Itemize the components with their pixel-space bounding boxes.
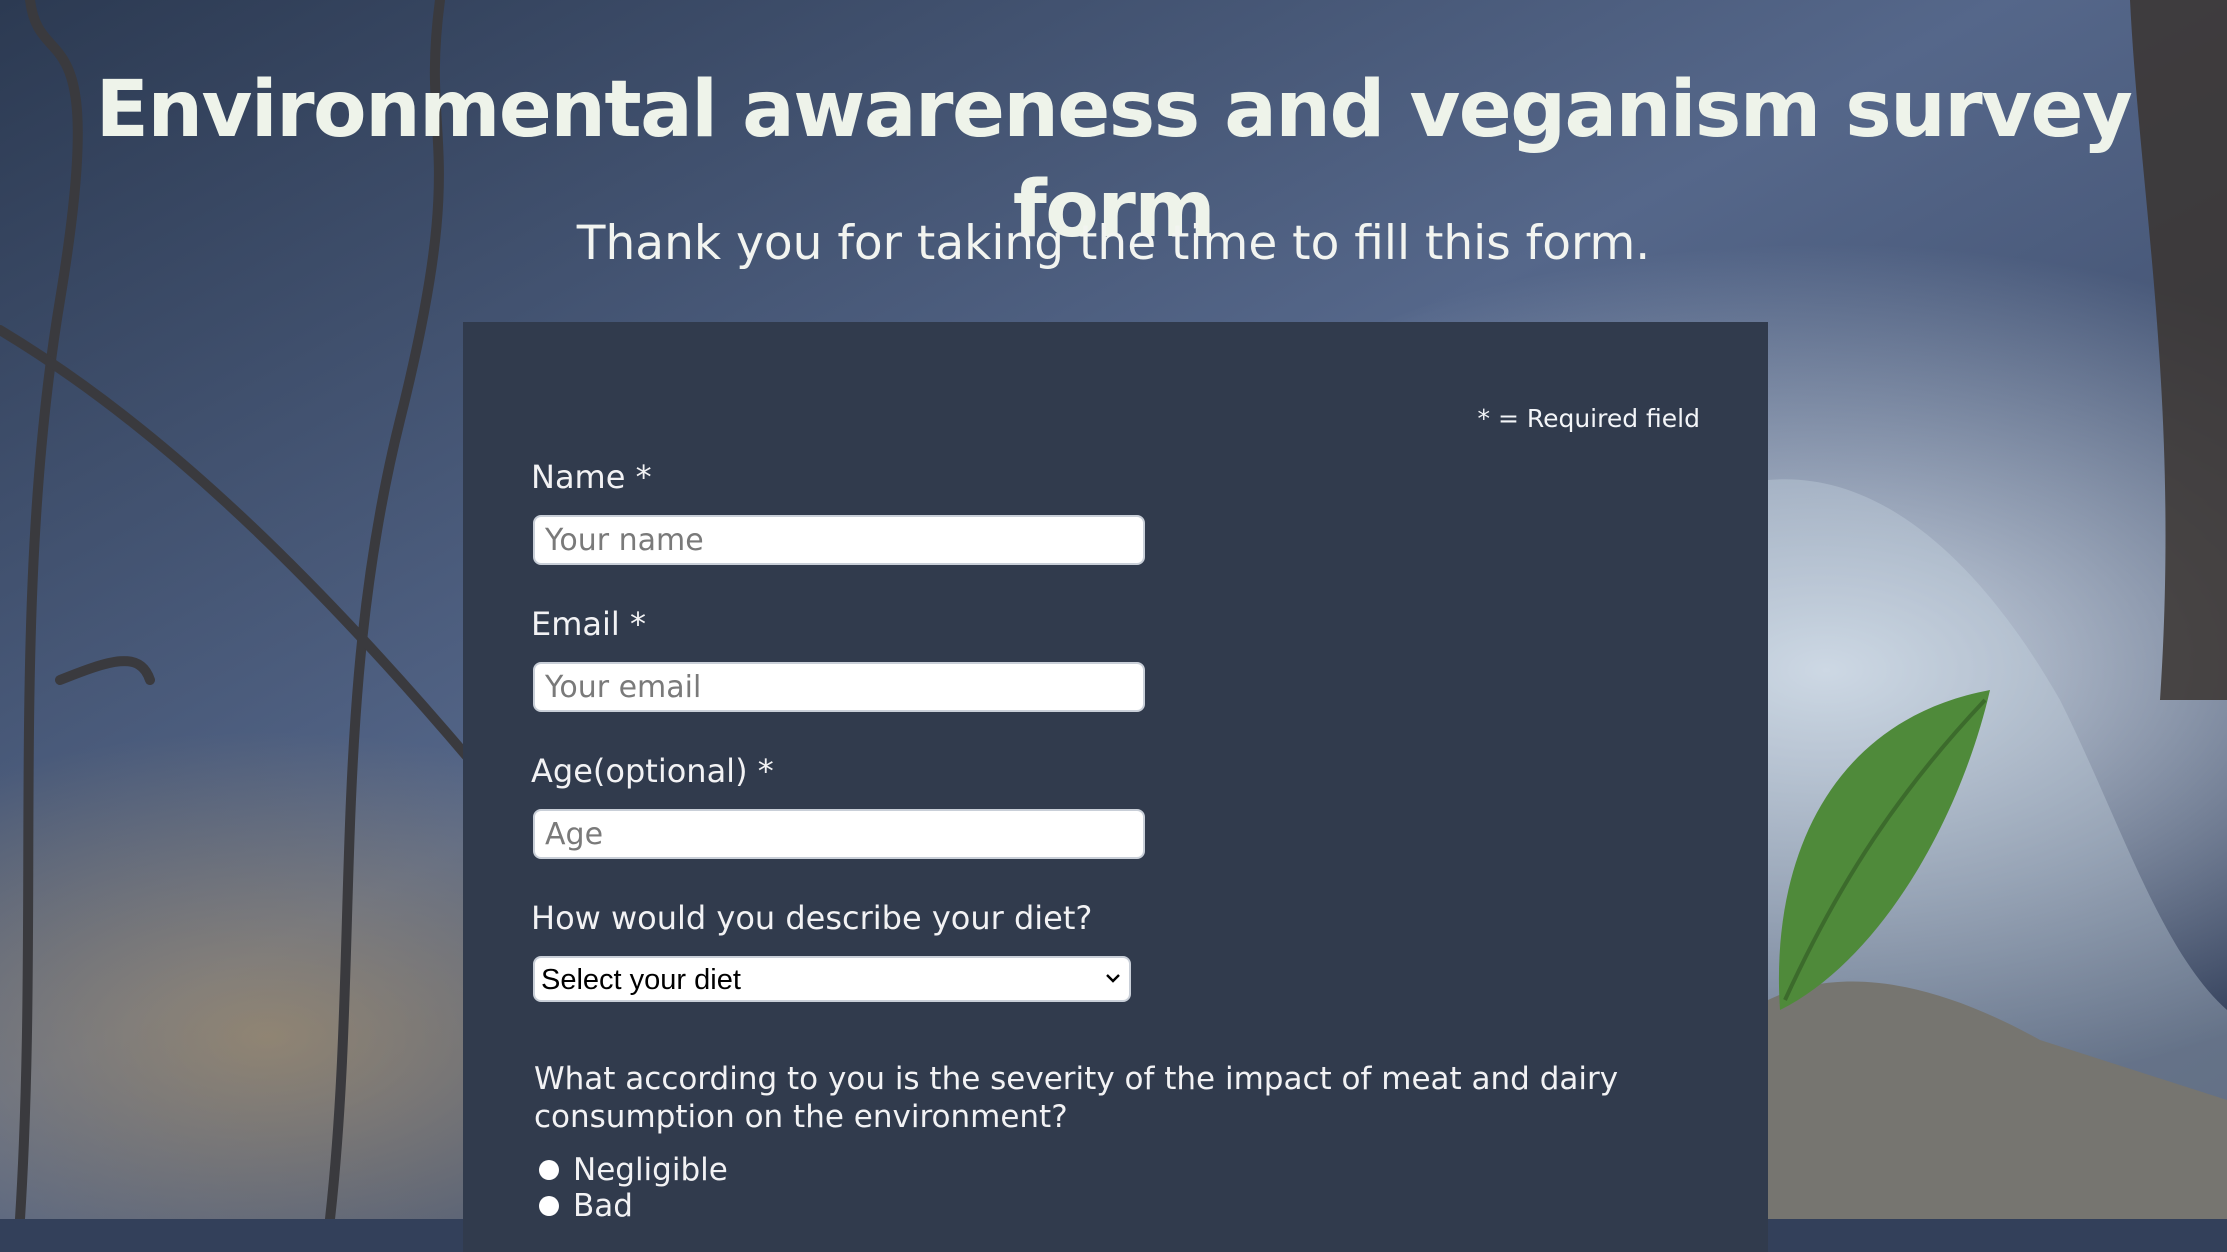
radio-button[interactable] bbox=[539, 1160, 559, 1180]
radio-button[interactable] bbox=[539, 1196, 559, 1216]
name-label: Name * bbox=[531, 458, 652, 496]
age-label: Age(optional) * bbox=[531, 752, 774, 790]
diet-select-value: Select your diet bbox=[541, 964, 741, 996]
severity-question: What according to you is the severity of… bbox=[534, 1061, 1619, 1135]
email-input[interactable] bbox=[533, 662, 1145, 712]
option-label: Negligible bbox=[573, 1152, 728, 1188]
diet-select[interactable]: Select your diet bbox=[533, 956, 1131, 1002]
diet-label: How would you describe your diet? bbox=[531, 899, 1093, 937]
survey-form: * = Required field Name * Email * Age(op… bbox=[463, 322, 1768, 1252]
age-input[interactable] bbox=[533, 809, 1145, 859]
chevron-down-icon bbox=[1106, 974, 1120, 983]
page-subtitle: Thank you for taking the time to fill th… bbox=[576, 216, 1651, 271]
email-label: Email * bbox=[531, 605, 646, 643]
required-field-note: * = Required field bbox=[1477, 404, 1701, 433]
name-input[interactable] bbox=[533, 515, 1145, 565]
